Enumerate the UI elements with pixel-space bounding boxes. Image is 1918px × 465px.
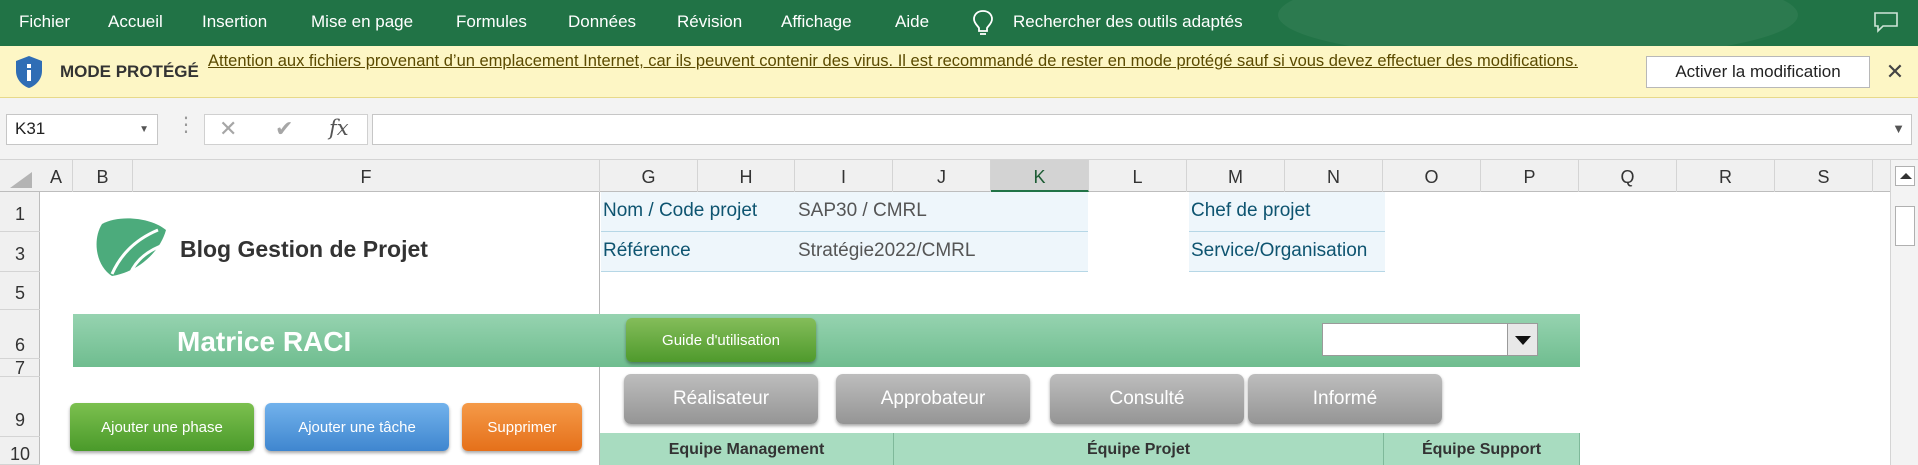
logo-text: Blog Gestion de Projet xyxy=(180,236,428,262)
confirm-icon[interactable]: ✔ xyxy=(275,116,293,142)
tab-donnees[interactable]: Données xyxy=(568,12,636,32)
tab-insertion[interactable]: Insertion xyxy=(202,12,267,32)
row-header-7[interactable]: 7 xyxy=(0,359,40,377)
team-header-support: Équipe Support xyxy=(1384,433,1580,465)
vertical-scrollbar[interactable] xyxy=(1890,160,1918,465)
row-header-5[interactable]: 5 xyxy=(0,272,40,310)
protected-view-title: MODE PROTÉGÉ xyxy=(60,62,199,81)
delete-button[interactable]: Supprimer xyxy=(462,403,582,451)
row-header-1[interactable]: 1 xyxy=(0,192,40,232)
column-header-g[interactable]: G xyxy=(600,160,698,192)
add-task-button[interactable]: Ajouter une tâche xyxy=(265,403,449,451)
comment-icon[interactable] xyxy=(1873,11,1899,33)
column-header-a[interactable]: A xyxy=(40,160,73,192)
logo-icon xyxy=(96,218,167,276)
consulte-button[interactable]: Consulté xyxy=(1050,374,1244,424)
add-phase-button[interactable]: Ajouter une phase xyxy=(70,403,254,451)
user-guide-button[interactable]: Guide d'utilisation xyxy=(626,318,816,362)
protected-view-message[interactable]: Attention aux fichiers provenant d’un em… xyxy=(208,50,1588,73)
row-headers: 1 3 5 6 7 9 10 xyxy=(0,192,40,465)
scrollbar-thumb[interactable] xyxy=(1895,206,1915,246)
tab-aide[interactable]: Aide xyxy=(895,12,929,32)
column-header-n[interactable]: N xyxy=(1285,160,1383,192)
search-tools-input[interactable]: Rechercher des outils adaptés xyxy=(1013,12,1243,32)
filter-dropdown[interactable] xyxy=(1322,323,1538,356)
enable-editing-button[interactable]: Activer la modification xyxy=(1646,56,1870,88)
cancel-icon[interactable]: ✕ xyxy=(219,116,237,142)
chevron-down-icon[interactable] xyxy=(1507,324,1537,355)
name-box[interactable]: K31 ▼ xyxy=(6,114,158,145)
expand-formula-icon[interactable]: ▼ xyxy=(1892,121,1905,136)
page-title: Matrice RACI xyxy=(177,326,352,357)
row-header-6[interactable]: 6 xyxy=(0,310,40,359)
more-options-icon[interactable]: ⋮ xyxy=(176,112,196,137)
column-header-b[interactable]: B xyxy=(73,160,133,192)
scroll-up-icon[interactable] xyxy=(1895,166,1915,186)
name-box-value: K31 xyxy=(15,119,46,138)
lightbulb-icon[interactable] xyxy=(972,9,994,37)
formula-bar: K31 ▼ ⋮ ✕ ✔ fx ▼ xyxy=(0,98,1918,160)
column-header-m[interactable]: M xyxy=(1187,160,1285,192)
ribbon-decoration xyxy=(1278,0,1798,46)
column-header-l[interactable]: L xyxy=(1089,160,1187,192)
formula-buttons: ✕ ✔ fx xyxy=(204,114,368,145)
close-icon[interactable]: ✕ xyxy=(1884,59,1906,85)
tab-formules[interactable]: Formules xyxy=(456,12,527,32)
formula-input[interactable]: ▼ xyxy=(372,114,1912,145)
tab-accueil[interactable]: Accueil xyxy=(108,12,163,32)
column-header-o[interactable]: O xyxy=(1383,160,1481,192)
column-header-i[interactable]: I xyxy=(795,160,893,192)
tab-fichier[interactable]: Fichier xyxy=(19,12,70,32)
column-header-q[interactable]: Q xyxy=(1579,160,1677,192)
column-header-j[interactable]: J xyxy=(893,160,991,192)
column-headers: A B F G H I J K L M N O P Q R S xyxy=(0,160,1918,192)
organisation-label: Service/Organisation xyxy=(1191,240,1368,261)
column-header-k[interactable]: K xyxy=(991,160,1089,192)
column-header-s[interactable]: S xyxy=(1775,160,1873,192)
tab-mise-en-page[interactable]: Mise en page xyxy=(311,12,413,32)
project-manager-label: Chef de projet xyxy=(1191,200,1311,221)
select-all-icon[interactable] xyxy=(10,172,32,188)
reference-label: Référence xyxy=(603,240,691,261)
realisateur-button[interactable]: Réalisateur xyxy=(624,374,818,424)
row-header-10[interactable]: 10 xyxy=(0,437,40,465)
project-code-value: SAP30 / CMRL xyxy=(798,200,927,221)
approbateur-button[interactable]: Approbateur xyxy=(836,374,1030,424)
column-header-r[interactable]: R xyxy=(1677,160,1775,192)
column-header-p[interactable]: P xyxy=(1481,160,1579,192)
column-header-h[interactable]: H xyxy=(698,160,795,192)
protected-view-bar: MODE PROTÉGÉ Attention aux fichiers prov… xyxy=(0,46,1918,98)
informe-button[interactable]: Informé xyxy=(1248,374,1442,424)
tab-revision[interactable]: Révision xyxy=(677,12,742,32)
team-header-management: Equipe Management xyxy=(600,433,894,465)
column-header-f[interactable]: F xyxy=(133,160,600,192)
tab-affichage[interactable]: Affichage xyxy=(781,12,852,32)
row-header-3[interactable]: 3 xyxy=(0,232,40,272)
row-header-9[interactable]: 9 xyxy=(0,377,40,437)
project-code-label: Nom / Code projet xyxy=(603,200,758,221)
worksheet-grid[interactable]: Blog Gestion de Projet Nom / Code projet… xyxy=(40,192,1890,465)
shield-icon xyxy=(16,56,42,88)
insert-function-icon[interactable]: fx xyxy=(329,116,349,140)
reference-value: Stratégie2022/CMRL xyxy=(798,240,976,261)
chevron-down-icon[interactable]: ▼ xyxy=(139,124,149,135)
ribbon-tab-bar: Fichier Accueil Insertion Mise en page F… xyxy=(0,0,1918,46)
team-header-projet: Équipe Projet xyxy=(894,433,1384,465)
